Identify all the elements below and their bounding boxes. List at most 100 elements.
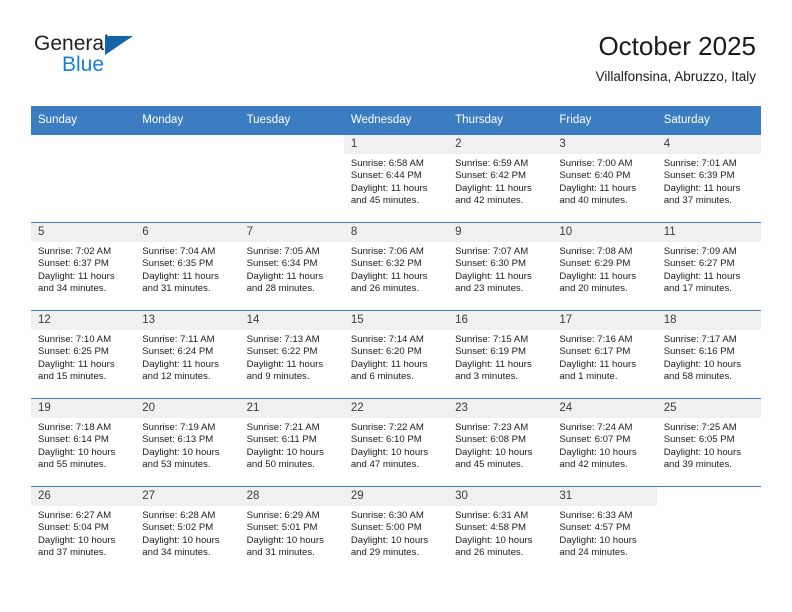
day-details: Sunrise: 6:33 AM Sunset: 4:57 PM Daylight:… — [552, 506, 656, 560]
sunrise-text: Sunrise: 6:29 AM — [246, 510, 320, 521]
day-details: Sunrise: 6:59 AM Sunset: 6:42 PM Daylight:… — [448, 154, 552, 208]
sunrise-text: Sunrise: 7:08 AM — [559, 246, 633, 257]
day-number: 4 — [656, 135, 761, 154]
daylight-text-line1: Daylight: 11 hours — [350, 182, 428, 194]
daylight-text-line1: Daylight: 10 hours — [350, 534, 429, 546]
calendar-day-cell-empty — [31, 134, 136, 223]
calendar-day-cell[interactable]: 29 Sunrise: 6:30 AM Sunset: 5:00 PM Dayligh… — [343, 486, 449, 574]
day-number: 6 — [135, 223, 240, 242]
calendar-day-cell[interactable]: 31 Sunrise: 6:33 AM Sunset: 4:57 PM Dayligh… — [552, 486, 657, 574]
day-details: Sunrise: 6:30 AM Sunset: 5:00 PM Daylight:… — [344, 506, 448, 560]
calendar-day-cell[interactable]: 9 Sunrise: 7:07 AM Sunset: 6:30 PM Daylight… — [448, 222, 553, 311]
calendar-day-cell[interactable]: 15 Sunrise: 7:14 AM Sunset: 6:20 PM Dayligh… — [343, 310, 449, 399]
calendar-day-cell[interactable]: 1 Sunrise: 6:58 AM Sunset: 6:44 PM Daylight… — [343, 134, 449, 223]
sunset-text: Sunset: 4:57 PM — [559, 522, 631, 534]
sunrise-text: Sunrise: 7:09 AM — [663, 246, 737, 257]
calendar-day-cell[interactable]: 30 Sunrise: 6:31 AM Sunset: 4:58 PM Dayligh… — [448, 486, 553, 574]
daylight-text-line1: Daylight: 10 hours — [246, 446, 324, 458]
sunrise-text: Sunrise: 7:18 AM — [38, 422, 112, 433]
calendar-day-cell[interactable]: 13 Sunrise: 7:11 AM Sunset: 6:24 PM Dayligh… — [135, 310, 240, 399]
weekday-header-thursday: Thursday — [448, 106, 553, 135]
calendar-day-cell[interactable]: 6 Sunrise: 7:04 AM Sunset: 6:35 PM Daylight… — [135, 222, 240, 311]
day-number: 26 — [31, 487, 136, 506]
day-number: 30 — [448, 487, 553, 506]
day-details: Sunrise: 7:09 AM Sunset: 6:27 PM Daylight:… — [657, 242, 761, 296]
calendar-week-row: 19 Sunrise: 7:18 AM Sunset: 6:14 PM Dayligh… — [31, 398, 761, 487]
day-number: 15 — [343, 311, 449, 330]
calendar-day-cell[interactable]: 21 Sunrise: 7:21 AM Sunset: 6:11 PM Dayligh… — [239, 398, 344, 487]
weekday-header-friday: Friday — [552, 106, 657, 135]
calendar-day-cell[interactable]: 7 Sunrise: 7:05 AM Sunset: 6:34 PM Daylight… — [239, 222, 344, 311]
calendar-day-cell[interactable]: 19 Sunrise: 7:18 AM Sunset: 6:14 PM Dayligh… — [31, 398, 136, 487]
day-number: 13 — [135, 311, 240, 330]
day-details: Sunrise: 6:31 AM Sunset: 4:58 PM Daylight:… — [448, 506, 552, 560]
sunset-text: Sunset: 6:39 PM — [663, 170, 735, 182]
calendar-day-cell[interactable]: 10 Sunrise: 7:08 AM Sunset: 6:29 PM Dayligh… — [552, 222, 657, 311]
daylight-text-line2: and 17 minutes. — [663, 283, 732, 295]
day-details: Sunrise: 7:16 AM Sunset: 6:17 PM Daylight:… — [552, 330, 656, 384]
daylight-text-line1: Daylight: 10 hours — [663, 446, 742, 458]
daylight-text-line1: Daylight: 11 hours — [455, 182, 532, 194]
daylight-text-line1: Daylight: 11 hours — [559, 182, 637, 194]
calendar-day-cell[interactable]: 11 Sunrise: 7:09 AM Sunset: 6:27 PM Dayligh… — [656, 222, 761, 311]
sunset-text: Sunset: 6:25 PM — [38, 346, 109, 358]
sunset-text: Sunset: 6:07 PM — [559, 434, 631, 446]
daylight-text-line1: Daylight: 11 hours — [455, 270, 532, 282]
daylight-text-line2: and 40 minutes. — [559, 195, 628, 207]
calendar-day-cell-empty — [239, 134, 344, 223]
sunrise-text: Sunrise: 7:10 AM — [38, 334, 112, 345]
daylight-text-line2: and 58 minutes. — [663, 371, 732, 383]
daylight-text-line1: Daylight: 11 hours — [350, 270, 428, 282]
day-number: 31 — [552, 487, 657, 506]
general-blue-logo[interactable]: General Blue — [34, 32, 214, 82]
triangle-icon — [105, 36, 133, 55]
calendar-day-cell[interactable]: 14 Sunrise: 7:13 AM Sunset: 6:22 PM Dayligh… — [239, 310, 344, 399]
calendar-day-cell[interactable]: 23 Sunrise: 7:23 AM Sunset: 6:08 PM Dayligh… — [448, 398, 553, 487]
title-block: October 2025 Villalfonsina, Abruzzo, Ita… — [596, 30, 756, 87]
day-number: 9 — [448, 223, 553, 242]
calendar-day-cell[interactable]: 18 Sunrise: 7:17 AM Sunset: 6:16 PM Dayligh… — [656, 310, 761, 399]
calendar-day-cell[interactable]: 25 Sunrise: 7:25 AM Sunset: 6:05 PM Dayligh… — [656, 398, 761, 487]
calendar-day-cell[interactable]: 24 Sunrise: 7:24 AM Sunset: 6:07 PM Dayligh… — [552, 398, 657, 487]
calendar-day-cell[interactable]: 2 Sunrise: 6:59 AM Sunset: 6:42 PM Daylight… — [448, 134, 553, 223]
day-number: 23 — [448, 399, 553, 418]
calendar-day-cell[interactable]: 26 Sunrise: 6:27 AM Sunset: 5:04 PM Dayligh… — [31, 486, 136, 574]
day-number: 8 — [343, 223, 449, 242]
daylight-text-line1: Daylight: 10 hours — [559, 534, 637, 546]
day-number: 14 — [239, 311, 344, 330]
calendar-day-cell[interactable]: 27 Sunrise: 6:28 AM Sunset: 5:02 PM Dayligh… — [135, 486, 240, 574]
day-number — [657, 487, 761, 506]
calendar-day-cell[interactable]: 4 Sunrise: 7:01 AM Sunset: 6:39 PM Daylight… — [656, 134, 761, 223]
sunset-text: Sunset: 6:14 PM — [38, 434, 109, 446]
sunset-text: Sunset: 5:04 PM — [38, 522, 109, 534]
page-title: October 2025 — [598, 31, 756, 61]
sunset-text: Sunset: 6:22 PM — [246, 346, 318, 358]
calendar-day-cell[interactable]: 22 Sunrise: 7:22 AM Sunset: 6:10 PM Dayligh… — [343, 398, 449, 487]
day-details: Sunrise: 7:24 AM Sunset: 6:07 PM Daylight:… — [552, 418, 656, 472]
calendar-day-cell[interactable]: 8 Sunrise: 7:06 AM Sunset: 6:32 PM Daylight… — [343, 222, 449, 311]
calendar-day-cell[interactable]: 5 Sunrise: 7:02 AM Sunset: 6:37 PM Daylight… — [31, 222, 136, 311]
calendar-day-cell[interactable]: 28 Sunrise: 6:29 AM Sunset: 5:01 PM Dayligh… — [239, 486, 344, 574]
daylight-text-line1: Daylight: 10 hours — [246, 534, 324, 546]
calendar-day-cell[interactable]: 3 Sunrise: 7:00 AM Sunset: 6:40 PM Daylight… — [552, 134, 657, 223]
daylight-text-line2: and 31 minutes. — [142, 283, 211, 295]
sunset-text: Sunset: 6:19 PM — [455, 346, 527, 358]
day-details: Sunrise: 7:07 AM Sunset: 6:30 PM Daylight:… — [448, 242, 552, 296]
calendar-day-cell[interactable]: 17 Sunrise: 7:16 AM Sunset: 6:17 PM Dayligh… — [552, 310, 657, 399]
calendar-day-cell[interactable]: 12 Sunrise: 7:10 AM Sunset: 6:25 PM Dayligh… — [31, 310, 136, 399]
calendar-day-cell[interactable]: 16 Sunrise: 7:15 AM Sunset: 6:19 PM Dayligh… — [448, 310, 553, 399]
day-number: 19 — [31, 399, 136, 418]
daylight-text-line1: Daylight: 10 hours — [559, 446, 637, 458]
day-details: Sunrise: 7:10 AM Sunset: 6:25 PM Daylight:… — [31, 330, 135, 384]
day-details: Sunrise: 7:19 AM Sunset: 6:13 PM Daylight:… — [135, 418, 239, 472]
day-number: 2 — [448, 135, 553, 154]
weekday-header-wednesday: Wednesday — [343, 106, 449, 135]
daylight-text-line1: Daylight: 11 hours — [142, 358, 219, 370]
day-number: 25 — [656, 399, 761, 418]
day-number: 18 — [656, 311, 761, 330]
weekday-header-tuesday: Tuesday — [239, 106, 344, 135]
location-subtitle: Villalfonsina, Abruzzo, Italy — [595, 69, 756, 84]
sunrise-text: Sunrise: 7:04 AM — [142, 246, 216, 257]
sunset-text: Sunset: 4:58 PM — [455, 522, 527, 534]
calendar-day-cell[interactable]: 20 Sunrise: 7:19 AM Sunset: 6:13 PM Dayligh… — [135, 398, 240, 487]
